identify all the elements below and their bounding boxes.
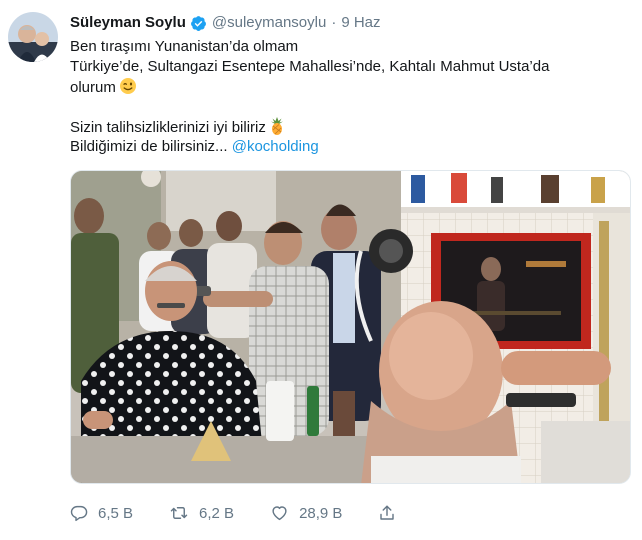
like-count: 28,9 B xyxy=(299,504,343,522)
tweet-text-line: Türkiye’de, Sultangazi Esentepe Mahalles… xyxy=(70,58,550,75)
tweet-photo[interactable] xyxy=(70,170,631,484)
retweet-button[interactable]: 6,2 B xyxy=(169,504,234,522)
barbershop-photo xyxy=(71,171,630,483)
reply-button[interactable]: 6,5 B xyxy=(70,504,133,522)
reply-count: 6,5 B xyxy=(98,504,134,522)
tweet-text-line: Bildiğimizi de bilirsiniz... @kocholding xyxy=(70,137,630,157)
reply-icon xyxy=(70,505,88,522)
timestamp[interactable]: 9 Haz xyxy=(341,13,380,33)
tweet-text-fragment: Sizin talihsizliklerinizi iyi biliriz xyxy=(70,119,266,136)
share-icon xyxy=(380,505,395,520)
like-button[interactable]: 28,9 B xyxy=(270,504,342,522)
tweet-text-fragment: Bildiğimizi de bilirsiniz... xyxy=(70,138,228,155)
tweet-text-line: Sizin talihsizliklerinizi iyi biliriz xyxy=(70,117,630,137)
tweet[interactable]: Süleyman Soylu @suleymansoylu · 9 Haz Be… xyxy=(0,0,642,540)
winking-face-emoji-icon xyxy=(119,77,137,101)
tweet-text-line: Ben tıraşımı Yunanistan’da olmam xyxy=(70,38,299,55)
line-break xyxy=(70,97,630,117)
mention-link[interactable]: @kocholding xyxy=(232,138,319,155)
handle[interactable]: @suleymansoylu xyxy=(212,13,326,33)
share-button[interactable] xyxy=(378,504,406,522)
heart-icon xyxy=(272,506,287,521)
avatar[interactable] xyxy=(8,12,58,62)
tweet-actions: 6,5 B 6,2 B 28,9 B xyxy=(70,502,470,524)
tweet-text: Ben tıraşımı Yunanistan’da olmam Türkiye… xyxy=(70,37,630,157)
tweet-header: Süleyman Soylu @suleymansoylu · 9 Haz xyxy=(70,13,381,33)
display-name[interactable]: Süleyman Soylu xyxy=(70,13,186,33)
separator: · xyxy=(331,14,337,31)
retweet-icon xyxy=(170,507,188,519)
retweet-count: 6,2 B xyxy=(199,504,235,522)
tweet-text-line: olurum xyxy=(70,77,630,97)
tweet-text-fragment: olurum xyxy=(70,79,116,96)
verified-badge-icon xyxy=(190,15,207,32)
